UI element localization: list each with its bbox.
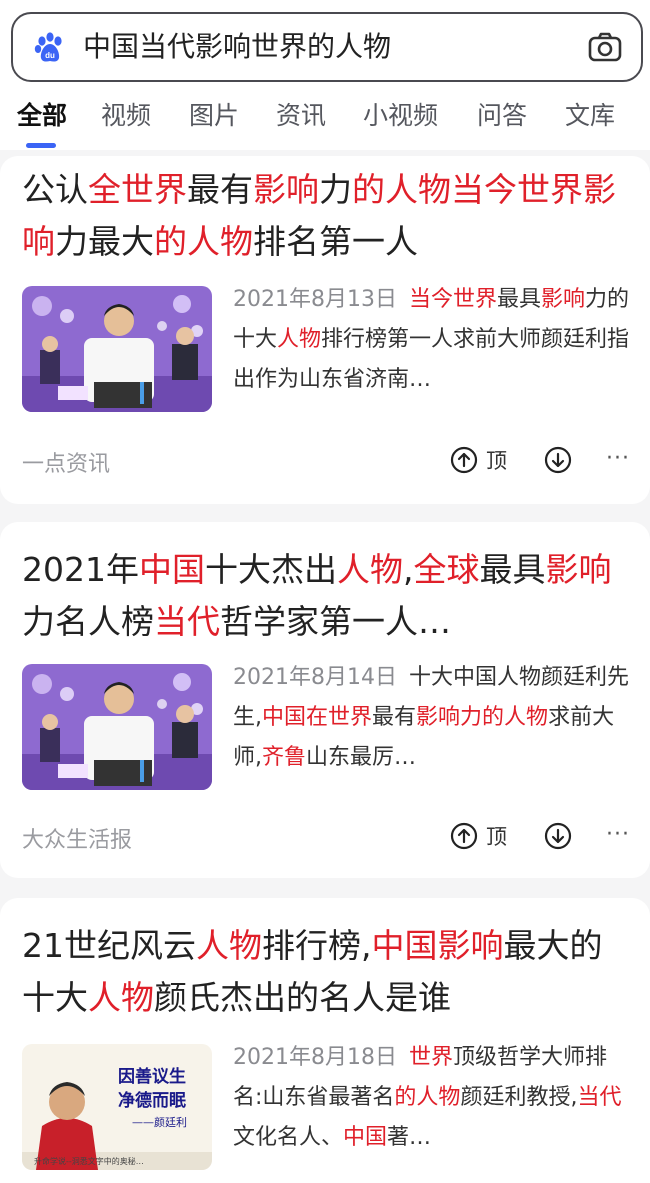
title-text: 力最大 xyxy=(55,222,154,261)
title-highlight: 全球 xyxy=(413,550,480,589)
baidu-paw-icon: du xyxy=(34,32,62,62)
result-date: 2021年8月13日 xyxy=(233,287,397,312)
title-text: 最具 xyxy=(479,550,546,589)
snippet-text: 颜廷利教授, xyxy=(460,1085,578,1110)
result-title[interactable]: 21世纪风云人物排行榜,中国影响最大的十大人物颜氏杰出的名人是谁 xyxy=(22,920,628,1024)
title-highlight: 中国影响 xyxy=(371,926,504,965)
title-highlight: 的人物 xyxy=(154,222,253,261)
arrow-up-circle-icon xyxy=(450,822,478,850)
arrow-down-circle-icon xyxy=(544,446,572,474)
svg-text:du: du xyxy=(45,51,55,60)
snippet-highlight: 齐鲁 xyxy=(262,745,307,770)
title-text: 21世纪风云 xyxy=(22,926,196,965)
result-source[interactable]: 一点资讯 xyxy=(22,446,110,478)
tab-images[interactable]: 图片 xyxy=(189,96,239,136)
tab-video[interactable]: 视频 xyxy=(101,96,151,136)
thumb-caption: ——颜廷利 xyxy=(132,1116,187,1129)
result-date: 2021年8月14日 xyxy=(233,665,397,690)
snippet-highlight: 的人物 xyxy=(394,1085,461,1110)
upvote-label: 顶 xyxy=(486,825,507,849)
snippet-highlight: 人物 xyxy=(277,327,322,352)
snippet-highlight: 影响 xyxy=(541,287,586,312)
title-highlight: 中国 xyxy=(138,550,205,589)
title-text: 排行榜, xyxy=(262,926,372,965)
result-title[interactable]: 2021年中国十大杰出人物,全球最具影响力名人榜当代哲学家第一人… xyxy=(22,544,628,648)
title-highlight: 全世界 xyxy=(88,170,187,209)
active-tab-indicator xyxy=(26,143,56,148)
title-text: 2021年 xyxy=(22,550,139,589)
result-snippet: 2021年8月18日 世界顶级哲学大师排名:山东省最著名的人物颜廷利教授,当代文化… xyxy=(233,1038,633,1158)
snippet-highlight: 当代 xyxy=(577,1085,622,1110)
downvote-button[interactable] xyxy=(544,444,572,476)
title-highlight: 人物 xyxy=(88,978,154,1017)
result-card: 21世纪风云人物排行榜,中国影响最大的十大人物颜氏杰出的名人是谁 因善议生 净德… xyxy=(0,898,650,1183)
upvote-button[interactable]: 顶 xyxy=(450,820,507,852)
result-thumbnail[interactable] xyxy=(22,286,212,412)
title-text: 力名人榜 xyxy=(22,602,154,641)
upvote-label: 顶 xyxy=(486,449,507,473)
title-highlight: 影响 xyxy=(545,550,612,589)
camera-icon[interactable] xyxy=(587,29,623,65)
snippet-highlight: 当今世界 xyxy=(408,287,497,312)
result-snippet: 2021年8月13日 当今世界最具影响力的十大人物排行榜第一人求前大师颜廷利指出作… xyxy=(233,280,633,400)
result-source[interactable]: 大众生活报 xyxy=(22,822,132,854)
tab-news[interactable]: 资讯 xyxy=(276,96,326,136)
title-text: 哲学家第一人… xyxy=(220,602,451,641)
more-dots-icon[interactable]: ··· xyxy=(606,822,630,847)
snippet-highlight: 的人物 xyxy=(482,705,549,730)
title-text: 排名第一人 xyxy=(253,222,418,261)
title-text: 公认 xyxy=(22,170,88,209)
title-highlight: 当代 xyxy=(154,602,220,641)
thumb-caption: 升命学说--洞悉文字中的奥秘… xyxy=(34,1156,144,1166)
snippet-highlight: 中国 xyxy=(343,1125,388,1150)
title-text: , xyxy=(402,550,414,589)
snippet-text: 著… xyxy=(387,1125,432,1150)
title-highlight: 人物 xyxy=(196,926,262,965)
snippet-text: 最有 xyxy=(372,705,417,730)
title-text: 力 xyxy=(319,170,352,209)
snippet-text: 文化名人、 xyxy=(233,1125,344,1150)
search-box[interactable]: du 中国当代影响世界的人物 xyxy=(11,12,643,82)
tab-qa[interactable]: 问答 xyxy=(477,96,527,136)
title-highlight: 影响 xyxy=(253,170,319,209)
tab-library[interactable]: 文库 xyxy=(565,96,615,136)
upvote-button[interactable]: 顶 xyxy=(450,444,507,476)
title-text: 十大杰出 xyxy=(204,550,337,589)
result-card: 公认全世界最有影响力的人物当今世界影响力最大的人物排名第一人 2021年8月13… xyxy=(0,156,650,504)
snippet-highlight: 中国在世界 xyxy=(262,705,373,730)
thumb-caption: 因善议生 xyxy=(118,1066,186,1087)
tab-bar: 全部 视频 图片 资讯 小视频 问答 文库 xyxy=(0,96,650,140)
result-title[interactable]: 公认全世界最有影响力的人物当今世界影响力最大的人物排名第一人 xyxy=(22,164,628,268)
title-text: 颜氏杰出的名人是谁 xyxy=(154,978,451,1017)
top-bar: du 中国当代影响世界的人物 全部 视频 图片 资讯 小视频 问答 文库 xyxy=(0,0,650,150)
title-highlight: 人物 xyxy=(336,550,403,589)
result-thumbnail[interactable]: 因善议生 净德而眠 ——颜廷利 升命学说--洞悉文字中的奥秘… xyxy=(22,1044,212,1170)
result-snippet: 2021年8月14日 十大中国人物颜廷利先生,中国在世界最有影响力的人物求前大师,… xyxy=(233,658,633,778)
tab-all[interactable]: 全部 xyxy=(17,96,67,136)
snippet-text: 山东最厉… xyxy=(306,745,417,770)
result-date: 2021年8月18日 xyxy=(233,1045,397,1070)
snippet-highlight: 世界 xyxy=(408,1045,453,1070)
tab-short-video[interactable]: 小视频 xyxy=(363,96,438,136)
more-dots-icon[interactable]: ··· xyxy=(606,446,630,471)
title-text: 最有 xyxy=(187,170,253,209)
arrow-down-circle-icon xyxy=(544,822,572,850)
snippet-highlight: 影响力 xyxy=(416,705,483,730)
snippet-text: 最具 xyxy=(497,287,542,312)
search-query[interactable]: 中国当代影响世界的人物 xyxy=(83,14,391,80)
downvote-button[interactable] xyxy=(544,820,572,852)
thumb-caption: 净德而眠 xyxy=(118,1090,186,1111)
result-thumbnail[interactable] xyxy=(22,664,212,790)
result-card: 2021年中国十大杰出人物,全球最具影响力名人榜当代哲学家第一人… 2021年8… xyxy=(0,522,650,878)
arrow-up-circle-icon xyxy=(450,446,478,474)
